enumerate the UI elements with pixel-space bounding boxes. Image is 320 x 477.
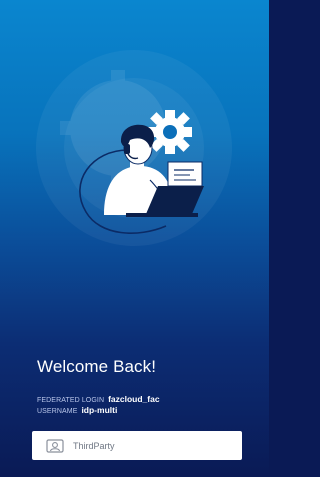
federated-login-label: FEDERATED LOGIN [37, 397, 105, 404]
support-illustration [36, 50, 232, 246]
username-row: USERNAME idp-multi [37, 405, 117, 415]
federated-login-row: FEDERATED LOGIN fazcloud_fac [37, 394, 160, 404]
login-screen: Welcome Back! FEDERATED LOGIN fazcloud_f… [0, 0, 269, 477]
document-icon [167, 161, 203, 187]
thirdparty-idp-button[interactable]: ThirdParty [32, 431, 242, 460]
id-card-icon [46, 438, 64, 453]
gear-icon [148, 110, 192, 154]
username-label: USERNAME [37, 408, 78, 415]
welcome-heading: Welcome Back! [37, 357, 157, 376]
federated-login-value: fazcloud_fac [108, 394, 160, 404]
idp-label: ThirdParty [73, 440, 115, 451]
username-value: idp-multi [81, 405, 118, 415]
